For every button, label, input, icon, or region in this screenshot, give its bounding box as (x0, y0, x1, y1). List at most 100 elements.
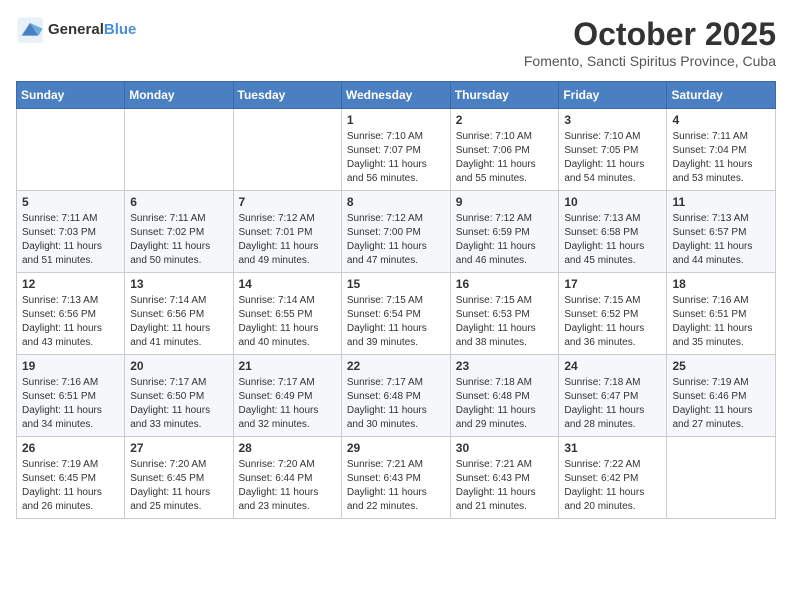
day-info: Sunrise: 7:10 AM Sunset: 7:06 PM Dayligh… (456, 130, 554, 186)
day-number: 15 (347, 277, 445, 291)
day-info: Sunrise: 7:10 AM Sunset: 7:07 PM Dayligh… (347, 130, 445, 186)
calendar-cell (125, 109, 233, 191)
day-number: 24 (564, 359, 661, 373)
weekday-header-row: SundayMondayTuesdayWednesdayThursdayFrid… (17, 82, 776, 109)
calendar-cell: 6 Sunrise: 7:11 AM Sunset: 7:02 PM Daylig… (125, 191, 233, 273)
day-info: Sunrise: 7:10 AM Sunset: 7:05 PM Dayligh… (564, 130, 661, 186)
calendar-cell: 31 Sunrise: 7:22 AM Sunset: 6:42 PM Dayli… (559, 437, 667, 519)
calendar-cell (233, 109, 341, 191)
day-number: 31 (564, 441, 661, 455)
calendar-week-3: 12Sunrise: 7:13 AM Sunset: 6:56 PM Dayli… (17, 273, 776, 355)
day-number: 28 (239, 441, 336, 455)
calendar-cell: 25 Sunrise: 7:19 AM Sunset: 6:46 PM Dayli… (667, 355, 776, 437)
day-number: 5 (22, 195, 119, 209)
day-number: 29 (347, 441, 445, 455)
day-number: 23 (456, 359, 554, 373)
calendar-cell: 20 Sunrise: 7:17 AM Sunset: 6:50 PM Dayli… (125, 355, 233, 437)
logo-text-general: General (48, 21, 104, 38)
day-number: 12 (22, 277, 119, 291)
calendar-cell: 4 Sunrise: 7:11 AM Sunset: 7:04 PM Daylig… (667, 109, 776, 191)
weekday-header-thursday: Thursday (450, 82, 559, 109)
location-title: Fomento, Sancti Spiritus Province, Cuba (524, 53, 776, 69)
calendar-cell (17, 109, 125, 191)
calendar-cell: 21 Sunrise: 7:17 AM Sunset: 6:49 PM Dayli… (233, 355, 341, 437)
calendar-cell: 8Sunrise: 7:12 AM Sunset: 7:00 PM Daylig… (341, 191, 450, 273)
day-number: 14 (239, 277, 336, 291)
calendar-cell: 19 Sunrise: 7:16 AM Sunset: 6:51 PM Dayli… (17, 355, 125, 437)
day-info: Sunrise: 7:20 AM Sunset: 6:44 PM Dayligh… (239, 458, 336, 514)
day-info: Sunrise: 7:17 AM Sunset: 6:49 PM Dayligh… (239, 376, 336, 432)
day-info: Sunrise: 7:16 AM Sunset: 6:51 PM Dayligh… (672, 294, 770, 350)
calendar-cell: 15 Sunrise: 7:15 AM Sunset: 6:54 PM Dayli… (341, 273, 450, 355)
calendar-cell: 14 Sunrise: 7:14 AM Sunset: 6:55 PM Dayli… (233, 273, 341, 355)
page-header: GeneralBlue October 2025 Fomento, Sancti… (16, 16, 776, 69)
day-number: 8 (347, 195, 445, 209)
calendar-cell: 28 Sunrise: 7:20 AM Sunset: 6:44 PM Dayli… (233, 437, 341, 519)
calendar-cell: 3 Sunrise: 7:10 AM Sunset: 7:05 PM Daylig… (559, 109, 667, 191)
calendar-cell: 2 Sunrise: 7:10 AM Sunset: 7:06 PM Daylig… (450, 109, 559, 191)
day-number: 16 (456, 277, 554, 291)
month-title: October 2025 (524, 16, 776, 53)
day-info: Sunrise: 7:11 AM Sunset: 7:02 PM Dayligh… (130, 212, 227, 268)
day-number: 27 (130, 441, 227, 455)
day-info: Sunrise: 7:13 AM Sunset: 6:58 PM Dayligh… (564, 212, 661, 268)
calendar-cell: 24 Sunrise: 7:18 AM Sunset: 6:47 PM Dayli… (559, 355, 667, 437)
weekday-header-tuesday: Tuesday (233, 82, 341, 109)
day-number: 3 (564, 113, 661, 127)
calendar-cell: 23 Sunrise: 7:18 AM Sunset: 6:48 PM Dayli… (450, 355, 559, 437)
day-number: 7 (239, 195, 336, 209)
weekday-header-sunday: Sunday (17, 82, 125, 109)
day-number: 22 (347, 359, 445, 373)
calendar-cell: 12Sunrise: 7:13 AM Sunset: 6:56 PM Dayli… (17, 273, 125, 355)
day-info: Sunrise: 7:18 AM Sunset: 6:48 PM Dayligh… (456, 376, 554, 432)
calendar-cell: 1 Sunrise: 7:10 AM Sunset: 7:07 PM Daylig… (341, 109, 450, 191)
day-info: Sunrise: 7:21 AM Sunset: 6:43 PM Dayligh… (456, 458, 554, 514)
day-info: Sunrise: 7:21 AM Sunset: 6:43 PM Dayligh… (347, 458, 445, 514)
day-info: Sunrise: 7:11 AM Sunset: 7:04 PM Dayligh… (672, 130, 770, 186)
day-number: 1 (347, 113, 445, 127)
day-number: 20 (130, 359, 227, 373)
day-info: Sunrise: 7:12 AM Sunset: 6:59 PM Dayligh… (456, 212, 554, 268)
day-info: Sunrise: 7:22 AM Sunset: 6:42 PM Dayligh… (564, 458, 661, 514)
day-number: 6 (130, 195, 227, 209)
weekday-header-friday: Friday (559, 82, 667, 109)
logo-text-blue: Blue (104, 21, 137, 38)
day-number: 2 (456, 113, 554, 127)
calendar-cell: 10Sunrise: 7:13 AM Sunset: 6:58 PM Dayli… (559, 191, 667, 273)
day-number: 18 (672, 277, 770, 291)
day-info: Sunrise: 7:13 AM Sunset: 6:57 PM Dayligh… (672, 212, 770, 268)
day-info: Sunrise: 7:15 AM Sunset: 6:54 PM Dayligh… (347, 294, 445, 350)
calendar-table: SundayMondayTuesdayWednesdayThursdayFrid… (16, 81, 776, 519)
calendar-cell: 30 Sunrise: 7:21 AM Sunset: 6:43 PM Dayli… (450, 437, 559, 519)
calendar-week-5: 26Sunrise: 7:19 AM Sunset: 6:45 PM Dayli… (17, 437, 776, 519)
day-info: Sunrise: 7:17 AM Sunset: 6:48 PM Dayligh… (347, 376, 445, 432)
calendar-cell: 5 Sunrise: 7:11 AM Sunset: 7:03 PM Daylig… (17, 191, 125, 273)
day-number: 19 (22, 359, 119, 373)
day-number: 17 (564, 277, 661, 291)
day-info: Sunrise: 7:20 AM Sunset: 6:45 PM Dayligh… (130, 458, 227, 514)
day-number: 11 (672, 195, 770, 209)
day-info: Sunrise: 7:18 AM Sunset: 6:47 PM Dayligh… (564, 376, 661, 432)
day-info: Sunrise: 7:14 AM Sunset: 6:56 PM Dayligh… (130, 294, 227, 350)
day-info: Sunrise: 7:14 AM Sunset: 6:55 PM Dayligh… (239, 294, 336, 350)
calendar-cell: 11 Sunrise: 7:13 AM Sunset: 6:57 PM Dayli… (667, 191, 776, 273)
calendar-cell: 16 Sunrise: 7:15 AM Sunset: 6:53 PM Dayli… (450, 273, 559, 355)
calendar-cell: 9Sunrise: 7:12 AM Sunset: 6:59 PM Daylig… (450, 191, 559, 273)
weekday-header-monday: Monday (125, 82, 233, 109)
day-number: 21 (239, 359, 336, 373)
day-number: 30 (456, 441, 554, 455)
calendar-cell: 29 Sunrise: 7:21 AM Sunset: 6:43 PM Dayli… (341, 437, 450, 519)
calendar-week-4: 19 Sunrise: 7:16 AM Sunset: 6:51 PM Dayli… (17, 355, 776, 437)
calendar-cell (667, 437, 776, 519)
day-info: Sunrise: 7:15 AM Sunset: 6:53 PM Dayligh… (456, 294, 554, 350)
day-number: 4 (672, 113, 770, 127)
day-info: Sunrise: 7:19 AM Sunset: 6:46 PM Dayligh… (672, 376, 770, 432)
day-info: Sunrise: 7:17 AM Sunset: 6:50 PM Dayligh… (130, 376, 227, 432)
day-info: Sunrise: 7:12 AM Sunset: 7:01 PM Dayligh… (239, 212, 336, 268)
weekday-header-wednesday: Wednesday (341, 82, 450, 109)
day-number: 13 (130, 277, 227, 291)
logo-icon (16, 16, 44, 44)
day-number: 25 (672, 359, 770, 373)
day-info: Sunrise: 7:11 AM Sunset: 7:03 PM Dayligh… (22, 212, 119, 268)
day-info: Sunrise: 7:16 AM Sunset: 6:51 PM Dayligh… (22, 376, 119, 432)
